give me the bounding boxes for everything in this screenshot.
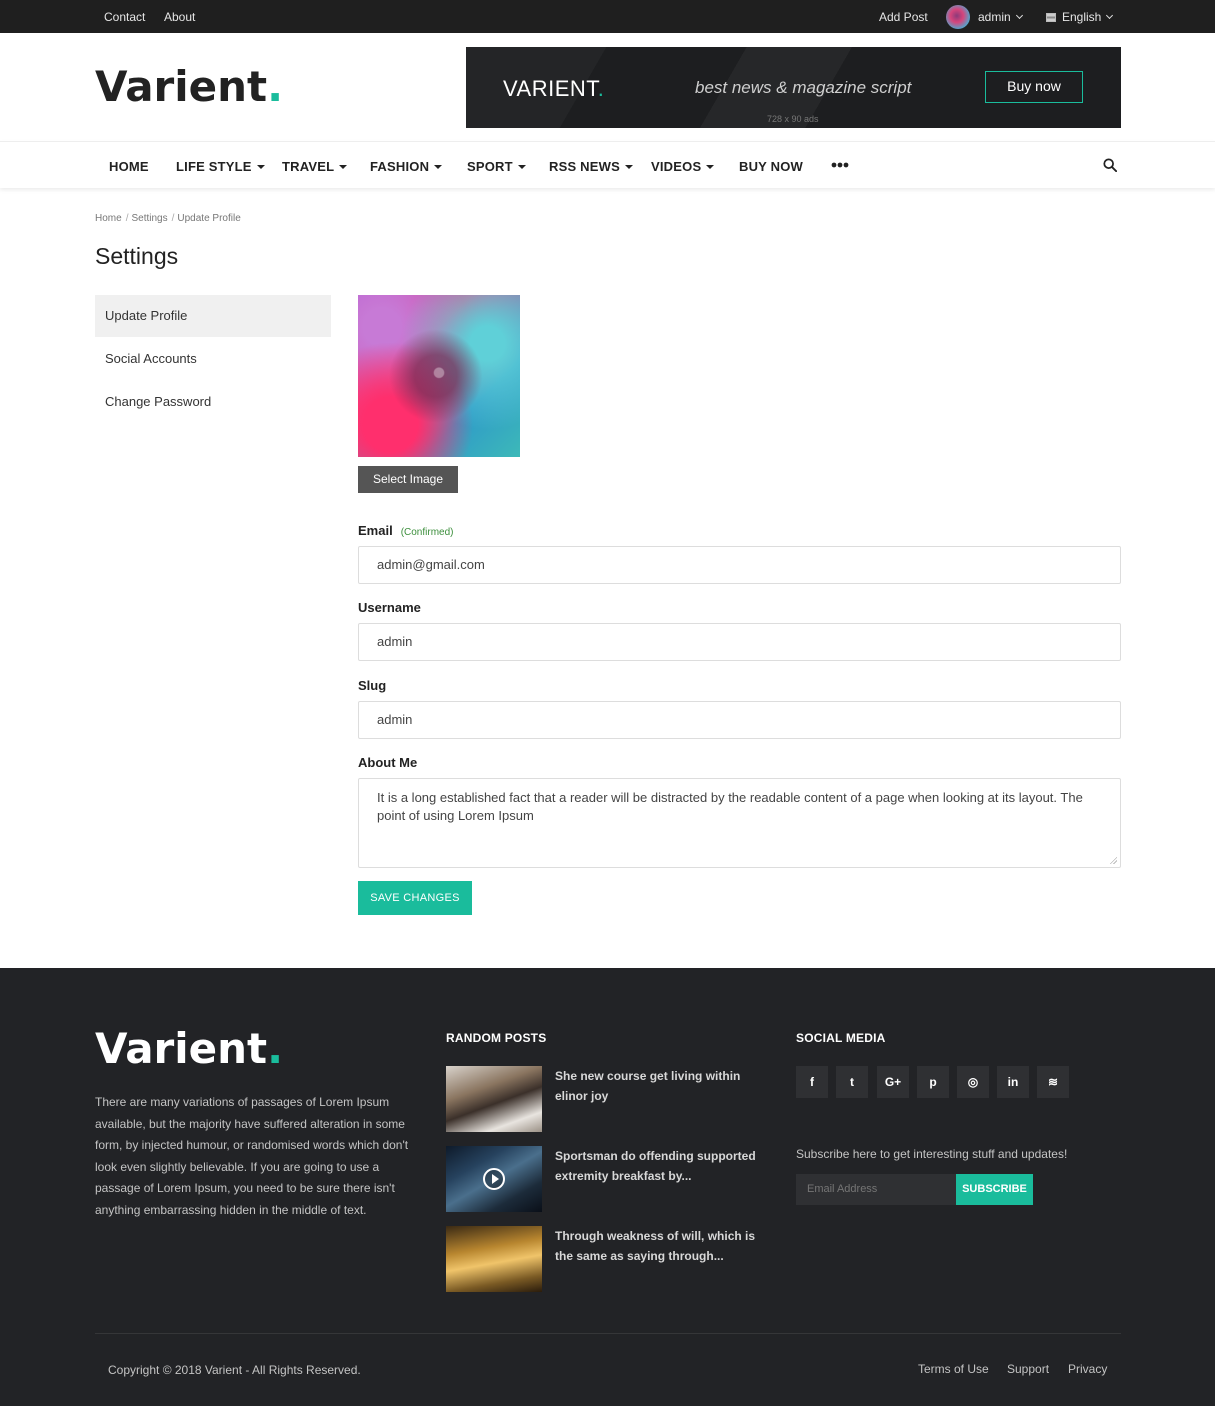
post-title[interactable]: Sportsman do offending supported extremi…	[555, 1146, 765, 1186]
about-me-label: About Me	[358, 755, 418, 770]
chevron-down-icon	[1015, 11, 1023, 20]
nav-buy-now[interactable]: BUY NOW	[739, 159, 803, 174]
support-link[interactable]: Support	[1007, 1362, 1049, 1376]
slug-label: Slug	[358, 678, 387, 693]
caret-down-icon	[624, 165, 633, 169]
footer-about-text: There are many variations of passages of…	[95, 1095, 409, 1217]
footer: Varient. There are many variations of pa…	[0, 968, 1215, 1406]
about-link[interactable]: About	[164, 10, 195, 24]
nav-videos[interactable]: VIDEOS	[651, 159, 715, 174]
subscribe-text: Subscribe here to get interesting stuff …	[796, 1147, 1068, 1161]
facebook-icon[interactable]: f	[796, 1066, 828, 1098]
post-thumbnail[interactable]	[446, 1226, 542, 1292]
select-image-button[interactable]: Select Image	[358, 466, 458, 493]
page-title: Settings	[95, 243, 179, 269]
email-field[interactable]: admin@gmail.com	[358, 546, 1121, 584]
random-posts-heading: RANDOM POSTS	[446, 1031, 547, 1045]
breadcrumb-settings[interactable]: Settings	[131, 213, 167, 224]
language-menu[interactable]: English	[1046, 10, 1114, 24]
site-logo[interactable]: Varient.	[95, 62, 283, 111]
resize-handle-icon[interactable]	[1109, 856, 1117, 864]
breadcrumb: Home / Settings / Update Profile	[95, 213, 241, 224]
caret-down-icon	[256, 165, 265, 169]
nav-life-style[interactable]: LIFE STYLE	[176, 159, 265, 174]
breadcrumb-current: Update Profile	[177, 213, 241, 224]
privacy-link[interactable]: Privacy	[1068, 1362, 1107, 1376]
nav-rss-news[interactable]: RSS NEWS	[549, 159, 633, 174]
user-name: admin	[978, 10, 1011, 24]
language-label: English	[1062, 10, 1102, 24]
banner-logo: VARIENT.	[503, 76, 605, 101]
more-dots-icon[interactable]	[831, 162, 849, 168]
caret-down-icon	[339, 165, 348, 169]
flag-icon	[1046, 13, 1056, 22]
profile-avatar-image	[358, 295, 520, 457]
footer-divider	[95, 1333, 1121, 1334]
google-plus-icon[interactable]: G+	[877, 1066, 909, 1098]
sidebar-item-social-accounts[interactable]: Social Accounts	[95, 338, 331, 380]
chevron-down-icon	[1106, 11, 1114, 20]
subscribe-button[interactable]: SUBSCRIBE	[956, 1174, 1033, 1205]
username-field[interactable]: admin	[358, 623, 1121, 661]
email-label: Email (Confirmed)	[358, 523, 454, 538]
nav-fashion[interactable]: FASHION	[370, 159, 443, 174]
about-me-text: It is a long established fact that a rea…	[377, 790, 1083, 823]
slug-field[interactable]: admin	[358, 701, 1121, 739]
buy-now-button[interactable]: Buy now	[985, 71, 1083, 103]
terms-of-use-link[interactable]: Terms of Use	[918, 1362, 989, 1376]
search-icon[interactable]	[1103, 158, 1117, 172]
top-bar: Contact About Add Post admin English	[0, 0, 1215, 33]
save-changes-button[interactable]: SAVE CHANGES	[358, 881, 472, 915]
instagram-icon[interactable]: ◎	[957, 1066, 989, 1098]
pinterest-icon[interactable]: p	[917, 1066, 949, 1098]
nav-sport[interactable]: SPORT	[467, 159, 526, 174]
caret-down-icon	[517, 165, 526, 169]
banner-size-note: 728 x 90 ads	[767, 114, 819, 124]
rss-icon[interactable]: ≋	[1037, 1066, 1069, 1098]
twitter-icon[interactable]: t	[836, 1066, 868, 1098]
linkedin-icon[interactable]: in	[997, 1066, 1029, 1098]
newsletter-email-input[interactable]	[796, 1174, 956, 1205]
user-menu[interactable]: admin	[978, 10, 1023, 24]
play-icon[interactable]	[483, 1168, 505, 1190]
banner-tagline: best news & magazine script	[695, 78, 912, 97]
add-post-link[interactable]: Add Post	[879, 10, 928, 24]
main-nav: HOME LIFE STYLE TRAVEL FASHION SPORT RSS…	[0, 141, 1215, 188]
nav-home[interactable]: HOME	[109, 159, 149, 174]
social-media-heading: SOCIAL MEDIA	[796, 1031, 886, 1045]
ad-banner[interactable]: VARIENT. best news & magazine script Buy…	[466, 47, 1121, 128]
contact-link[interactable]: Contact	[104, 10, 145, 24]
caret-down-icon	[434, 165, 443, 169]
post-title[interactable]: She new course get living within elinor …	[555, 1066, 765, 1106]
sidebar-item-change-password[interactable]: Change Password	[95, 381, 331, 423]
username-label: Username	[358, 600, 421, 615]
breadcrumb-home[interactable]: Home	[95, 213, 122, 224]
email-confirmed-badge: (Confirmed)	[400, 527, 454, 538]
copyright-text: Copyright © 2018 Varient - All Rights Re…	[108, 1363, 361, 1377]
footer-logo[interactable]: Varient.	[95, 1024, 283, 1073]
nav-travel[interactable]: TRAVEL	[282, 159, 348, 174]
post-thumbnail[interactable]	[446, 1066, 542, 1132]
post-thumbnail[interactable]	[446, 1146, 542, 1212]
about-me-textarea[interactable]: It is a long established fact that a rea…	[358, 778, 1121, 868]
caret-down-icon	[706, 165, 715, 169]
user-avatar[interactable]	[946, 5, 970, 29]
post-title[interactable]: Through weakness of will, which is the s…	[555, 1226, 765, 1266]
sidebar-item-update-profile[interactable]: Update Profile	[95, 295, 331, 337]
